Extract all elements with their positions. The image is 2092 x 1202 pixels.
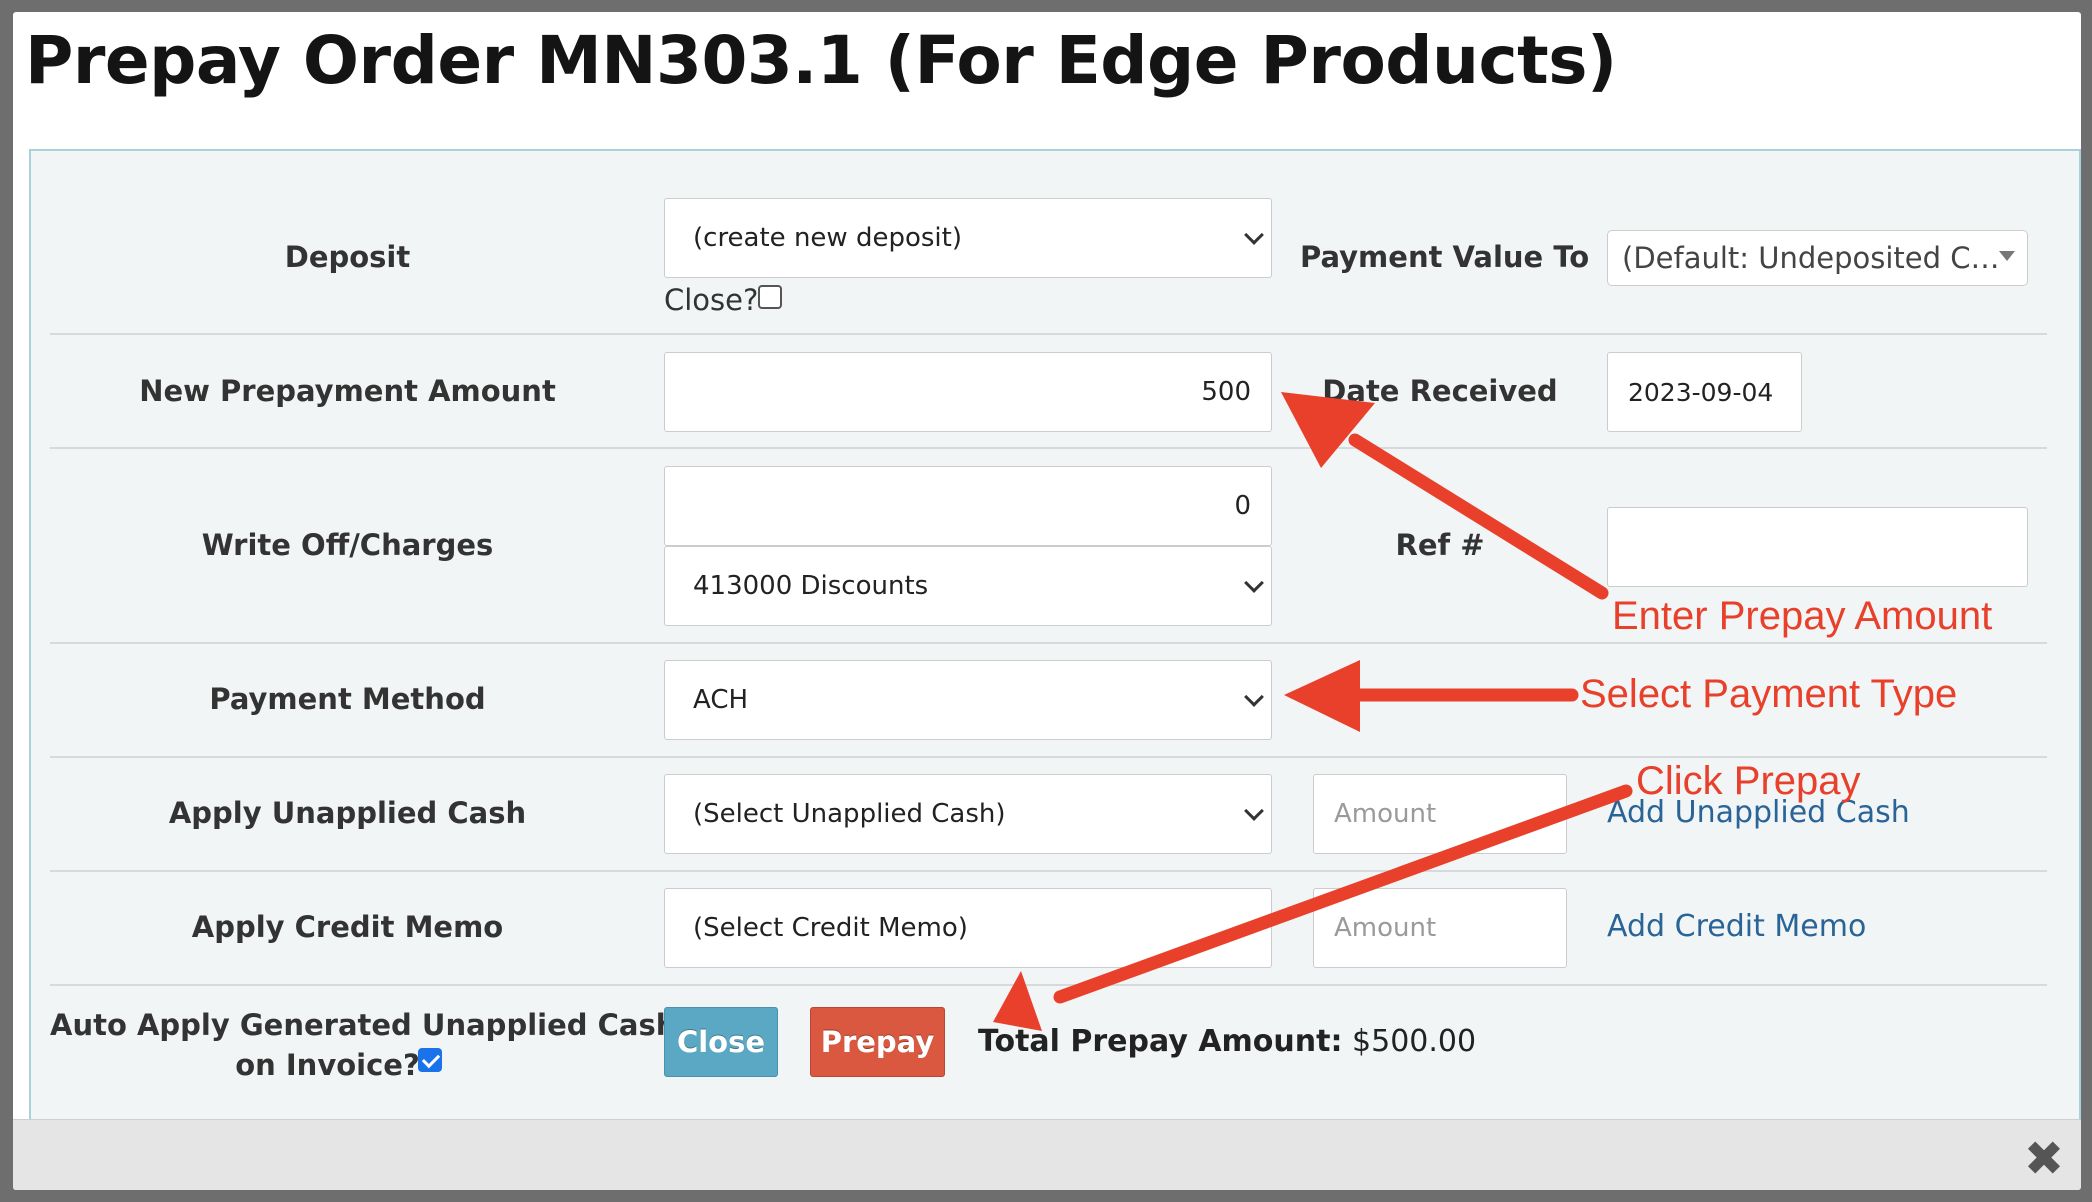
chevron-down-icon (1244, 801, 1264, 821)
total-prepay-value: $500.00 (1352, 1024, 1477, 1059)
chevron-down-icon (1244, 687, 1264, 707)
unapplied-cash-value: (Select Unapplied Cash) (693, 799, 1006, 829)
select-payment-annotation: Select Payment Type (1580, 672, 1958, 716)
write-off-input[interactable]: 0 (664, 466, 1272, 546)
payment-method-select[interactable]: ACH (664, 660, 1272, 740)
deposit-select[interactable]: (create new deposit) (664, 198, 1272, 278)
payment-value-to-select[interactable]: (Default: Undeposited C… (1607, 230, 2028, 286)
deposit-label: Deposit (284, 240, 411, 274)
ref-input[interactable] (1607, 507, 2028, 587)
close-icon[interactable]: ✖ (2021, 1135, 2067, 1183)
deposit-select-value: (create new deposit) (693, 223, 962, 253)
unapplied-cash-select[interactable]: (Select Unapplied Cash) (664, 774, 1272, 854)
apply-credit-label: Apply Credit Memo (191, 910, 504, 944)
row-divider (50, 870, 2047, 872)
auto-apply-label-line1: Auto Apply Generated Unapplied Cash (50, 1008, 677, 1042)
payment-value-to-value: (Default: Undeposited C… (1622, 241, 2000, 275)
close-button[interactable]: Close (664, 1007, 778, 1077)
write-off-account-select[interactable]: 413000 Discounts (664, 546, 1272, 626)
click-prepay-annotation: Click Prepay (1636, 759, 1861, 803)
credit-memo-value: (Select Credit Memo) (693, 913, 968, 943)
close-checkbox[interactable] (758, 285, 782, 309)
write-off-label: Write Off/Charges (201, 528, 494, 562)
chevron-down-icon (1244, 225, 1264, 245)
date-received-label: Date Received (1322, 374, 1558, 408)
ref-label: Ref # (1395, 528, 1485, 562)
row-divider (50, 756, 2047, 758)
total-prepay: Total Prepay Amount: $500.00 (978, 1024, 1476, 1059)
caret-down-icon (1999, 251, 2015, 261)
chevron-down-icon (1244, 573, 1264, 593)
new-prepayment-input[interactable]: 500 (664, 352, 1272, 432)
dialog-title: Prepay Order MN303.1 (For Edge Products) (25, 22, 1617, 99)
payment-value-to-label: Payment Value To (1300, 240, 1590, 274)
total-prepay-label: Total Prepay Amount: (978, 1024, 1343, 1059)
auto-apply-label-line2: on Invoice? (235, 1048, 420, 1082)
new-prepayment-label: New Prepayment Amount (139, 374, 556, 408)
row-divider (50, 447, 2047, 449)
payment-method-label: Payment Method (209, 682, 486, 716)
prepay-button[interactable]: Prepay (810, 1007, 945, 1077)
write-off-account-value: 413000 Discounts (693, 571, 929, 601)
dialog-footer: ✖ (13, 1119, 2081, 1190)
auto-apply-checkbox[interactable] (418, 1048, 442, 1072)
credit-amount-input[interactable]: Amount (1313, 888, 1567, 968)
unapplied-amount-input[interactable]: Amount (1313, 774, 1567, 854)
row-divider (50, 642, 2047, 644)
row-divider (50, 984, 2047, 986)
payment-method-value: ACH (693, 685, 749, 715)
credit-memo-select[interactable]: (Select Credit Memo) (664, 888, 1272, 968)
enter-amount-annotation: Enter Prepay Amount (1612, 594, 1993, 638)
add-credit-memo-link[interactable]: Add Credit Memo (1607, 909, 1866, 944)
date-received-input[interactable]: 2023-09-04 (1607, 352, 1802, 432)
close-checkbox-label: Close? (664, 283, 759, 317)
row-divider (50, 333, 2047, 335)
auto-apply-label: Auto Apply Generated Unapplied Cash on I… (50, 1005, 677, 1085)
prepay-form-panel (29, 149, 2081, 1129)
apply-unapplied-label: Apply Unapplied Cash (168, 796, 527, 830)
